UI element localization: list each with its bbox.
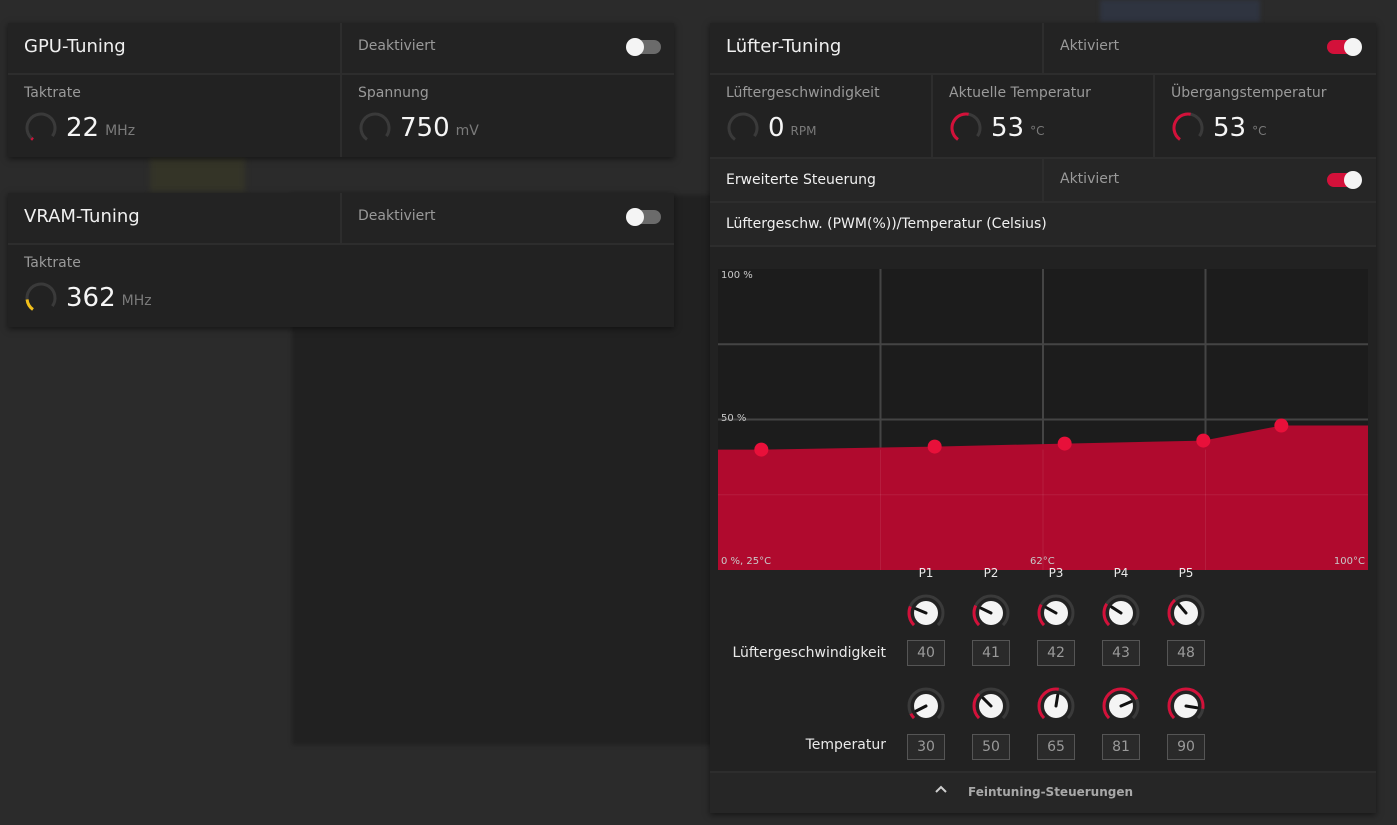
speed-knob-icon[interactable] [1101,593,1141,633]
point-label-p4: P4 [1113,566,1129,580]
current-temp-value: 53 [991,113,1025,143]
current-temp-label: Aktuelle Temperatur [949,85,1091,101]
speed-input-p5[interactable]: 48 [1167,640,1205,666]
background-element [1100,0,1260,22]
gpu-tuning-state: Deaktiviert [358,38,436,54]
x-label-origin: 0 %, 25°C [721,556,772,567]
gpu-tuning-panel: GPU-Tuning Deaktiviert Taktrate 22 MHz S… [8,23,674,157]
gpu-voltage-label: Spannung [358,85,429,101]
temp-knob-icon[interactable] [1101,686,1141,726]
fan-tuning-panel: Lüfter-Tuning Aktiviert Lüftergeschwindi… [710,23,1376,813]
speed-input-p3[interactable]: 42 [1037,640,1075,666]
temp-input-p3[interactable]: 65 [1037,734,1075,760]
x-label-max: 100°C [1333,556,1365,567]
curve-point-p4[interactable] [1196,433,1211,448]
fan-speed-value: 0 [768,113,785,143]
advanced-control-label: Erweiterte Steuerung [726,172,876,188]
temp-row-label: Temperatur [805,737,886,753]
curve-point-p5[interactable] [1274,418,1289,433]
speed-input-p1[interactable]: 40 [907,640,945,666]
vram-tuning-toggle[interactable] [626,208,661,226]
junction-temp-label: Übergangstemperatur [1171,85,1327,101]
y-label-100: 100 % [721,270,753,281]
gpu-clock-gauge-icon [25,112,57,144]
vram-tuning-title: VRAM-Tuning [24,206,140,227]
point-label-p3: P3 [1048,566,1064,580]
temp-knob-icon[interactable] [971,686,1011,726]
gpu-tuning-toggle[interactable] [626,38,661,56]
gpu-clock-value: 22 [66,113,100,143]
junction-temp-unit: °C [1252,124,1267,138]
vram-clock-label: Taktrate [24,255,81,271]
point-label-p2: P2 [983,566,999,580]
gpu-voltage-unit: mV [455,123,479,139]
vram-tuning-state: Deaktiviert [358,208,436,224]
speed-input-p4[interactable]: 43 [1102,640,1140,666]
temp-knob-icon[interactable] [906,686,946,726]
fan-speed-gauge-icon [727,112,759,144]
speed-knob-icon[interactable] [1166,593,1206,633]
temp-input-p1[interactable]: 30 [907,734,945,760]
temp-input-p2[interactable]: 50 [972,734,1010,760]
fan-curve-svg[interactable] [718,269,1368,570]
speed-knob-icon[interactable] [971,593,1011,633]
speed-input-p2[interactable]: 41 [972,640,1010,666]
fan-speed-unit: RPM [790,124,817,138]
speed-knob-icon[interactable] [1036,593,1076,633]
fine-tuning-footer[interactable]: Feintuning-Steuerungen [710,771,1376,813]
point-label-p5: P5 [1178,566,1194,580]
temp-knob-icon[interactable] [1036,686,1076,726]
temp-knob-icon[interactable] [1166,686,1206,726]
junction-temp-gauge-icon [1172,112,1204,144]
speed-row-label: Lüftergeschwindigkeit [732,645,886,661]
gpu-tuning-title: GPU-Tuning [24,36,126,57]
current-temp-gauge-icon [950,112,982,144]
y-label-50: 50 % [721,413,747,424]
fan-tuning-title: Lüfter-Tuning [726,36,842,57]
fan-tuning-toggle[interactable] [1327,38,1362,56]
gpu-clock-label: Taktrate [24,85,81,101]
fan-curve-chart[interactable]: 100 % 50 % 0 %, 25°C 62°C 100°C [718,269,1368,570]
point-label-p1: P1 [918,566,934,580]
temp-input-p4[interactable]: 81 [1102,734,1140,760]
speed-knob-icon[interactable] [906,593,946,633]
fan-tuning-state: Aktiviert [1060,38,1120,54]
vram-clock-value: 362 [66,283,116,313]
curve-point-p2[interactable] [927,439,942,454]
curve-point-p3[interactable] [1057,436,1072,451]
gpu-clock-unit: MHz [105,123,136,139]
advanced-control-state: Aktiviert [1060,171,1120,187]
advanced-control-toggle[interactable] [1327,171,1362,189]
chevron-up-icon [935,785,947,793]
junction-temp-value: 53 [1213,113,1247,143]
fine-tuning-label: Feintuning-Steuerungen [968,785,1134,799]
background-element [150,157,245,192]
fan-curve-title: Lüftergeschw. (PWM(%))/Temperatur (Celsi… [726,216,1047,232]
gpu-voltage-gauge-icon [359,112,391,144]
vram-tuning-panel: VRAM-Tuning Deaktiviert Taktrate 362 MHz [8,193,674,327]
current-temp-unit: °C [1030,124,1045,138]
vram-clock-unit: MHz [121,293,152,309]
temp-input-p5[interactable]: 90 [1167,734,1205,760]
gpu-voltage-value: 750 [400,113,450,143]
fan-speed-label: Lüftergeschwindigkeit [726,85,880,101]
vram-clock-gauge-icon [25,282,57,314]
curve-point-p1[interactable] [754,442,769,457]
